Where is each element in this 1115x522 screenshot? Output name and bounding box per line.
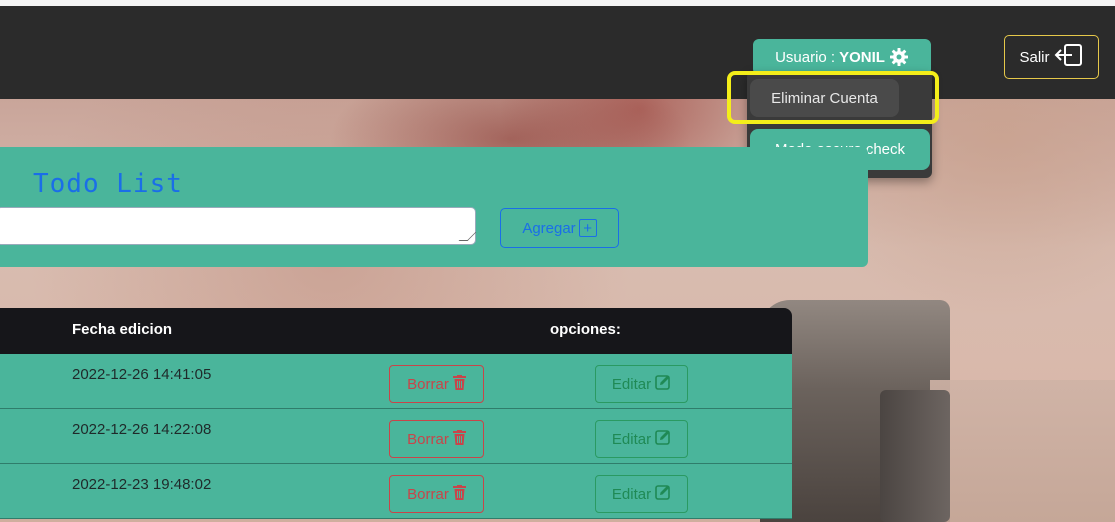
edit-button[interactable]: Editar xyxy=(595,365,688,403)
highlight-annotation xyxy=(727,71,939,124)
navbar xyxy=(0,6,1115,99)
user-label: Usuario : xyxy=(775,48,836,66)
delete-button[interactable]: Borrar xyxy=(389,365,484,403)
logout-icon xyxy=(1054,43,1084,71)
row-date: 2022-12-23 19:48:02 xyxy=(72,476,212,493)
page-title: Todo List xyxy=(33,169,183,199)
trash-icon xyxy=(452,484,466,504)
background-wall xyxy=(930,380,1115,522)
edit-icon xyxy=(655,484,671,504)
resize-handle-icon[interactable] xyxy=(458,232,477,241)
plus-square-icon: + xyxy=(578,219,597,237)
edit-label: Editar xyxy=(611,485,652,503)
delete-label: Borrar xyxy=(407,485,449,503)
edit-icon xyxy=(655,429,671,449)
edit-icon xyxy=(655,374,671,394)
logout-label: Salir xyxy=(1019,48,1050,66)
edit-button[interactable]: Editar xyxy=(595,475,688,513)
user-menu-button[interactable]: Usuario : YONIL xyxy=(753,39,931,75)
add-label: Agregar xyxy=(522,219,576,237)
row-date: 2022-12-26 14:22:08 xyxy=(72,421,212,438)
gear-icon xyxy=(889,47,909,67)
background-machine-part xyxy=(880,390,950,522)
logout-button[interactable]: Salir xyxy=(1004,35,1099,79)
table-row: 2022-12-26 14:41:05 Borrar Editar xyxy=(0,354,792,409)
app-screen: Usuario : YONIL Salir Eliminar Cuenta ch… xyxy=(0,0,1115,522)
table-row: 2022-12-26 14:22:08 Borrar Editar xyxy=(0,409,792,464)
header-date: Fecha edicion xyxy=(72,321,173,338)
edit-button[interactable]: Editar xyxy=(595,420,688,458)
edit-label: Editar xyxy=(611,375,652,393)
delete-label: Borrar xyxy=(407,375,449,393)
delete-label: Borrar xyxy=(407,430,449,448)
trash-icon xyxy=(452,374,466,394)
todo-table: Fecha edicion opciones: 2022-12-26 14:41… xyxy=(0,308,792,522)
header-options: opciones: xyxy=(550,321,621,338)
edit-label: Editar xyxy=(611,430,652,448)
row-date: 2022-12-26 14:41:05 xyxy=(72,366,212,383)
delete-button[interactable]: Borrar xyxy=(389,420,484,458)
todo-input[interactable] xyxy=(0,207,477,245)
add-button[interactable]: Agregar + xyxy=(500,208,619,248)
trash-icon xyxy=(452,429,466,449)
username: YONIL xyxy=(839,48,885,66)
table-row: 2022-12-23 19:48:02 Borrar Editar xyxy=(0,464,792,519)
delete-button[interactable]: Borrar xyxy=(389,475,484,513)
table-header: Fecha edicion opciones: xyxy=(0,308,792,354)
